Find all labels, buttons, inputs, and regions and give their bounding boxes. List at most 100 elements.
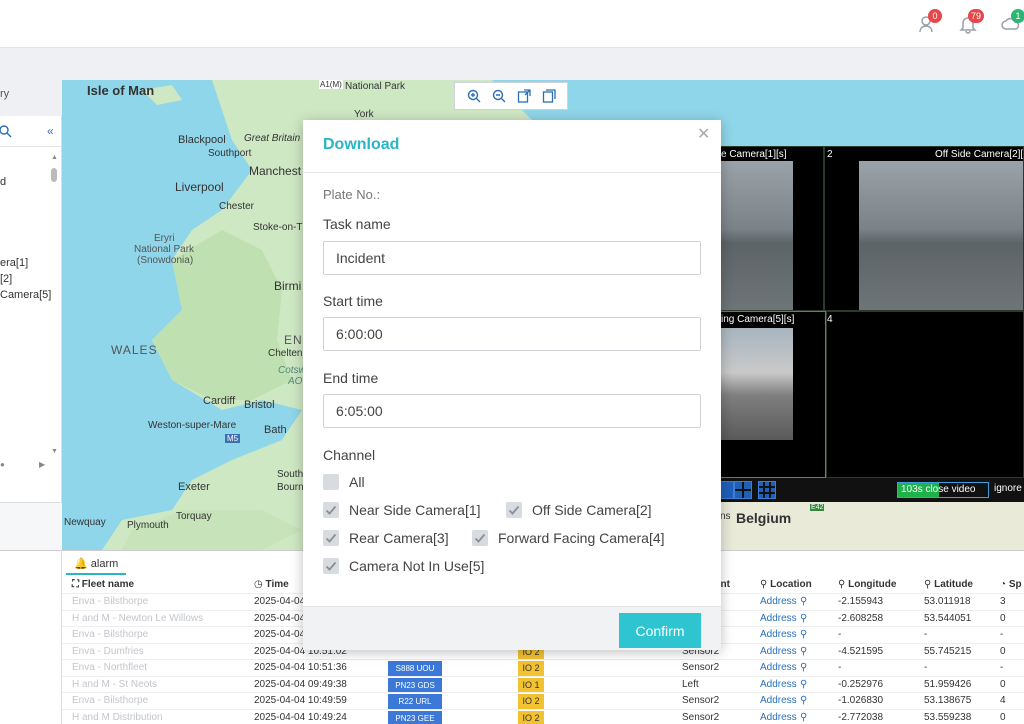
checkbox[interactable] — [472, 530, 488, 546]
io-tag: IO 2 — [518, 694, 544, 709]
tree-item[interactable]: [2] — [0, 273, 12, 285]
table-cell: 2025-04-04 — [254, 612, 306, 624]
table-cell[interactable]: Address — [760, 712, 797, 723]
map-pin-icon[interactable]: ⚲ — [800, 679, 807, 690]
task-name-label: Task name — [323, 216, 391, 232]
checkbox[interactable] — [323, 474, 339, 490]
map-pin-icon[interactable]: ⚲ — [800, 613, 807, 624]
tree-item[interactable]: d — [0, 176, 6, 188]
scroll-up-icon[interactable]: ▲ — [51, 154, 58, 161]
table-cell[interactable]: Address — [760, 646, 797, 657]
video-frame — [721, 328, 793, 440]
table-cell: 53.138675 — [924, 695, 972, 706]
table-cell[interactable]: Address — [760, 662, 797, 673]
map-pin-icon[interactable]: ⚲ — [800, 662, 807, 673]
map-pin-icon[interactable]: ⚲ — [800, 596, 807, 607]
column-header-fleet[interactable]: ⛶ Fleet name — [72, 579, 134, 590]
export-icon[interactable] — [515, 87, 533, 105]
table-cell: Left — [682, 678, 699, 690]
map-pin-icon[interactable]: ⚲ — [800, 646, 807, 657]
channel-checkbox-forward[interactable]: Forward Facing Camera[4] — [472, 530, 665, 546]
table-cell: H and M Distribution — [72, 711, 163, 723]
channel-checkbox-rear[interactable]: Rear Camera[3] — [323, 530, 449, 546]
scroll-down-icon[interactable]: ▼ — [51, 448, 58, 455]
bell-icon[interactable]: 79 — [958, 9, 985, 34]
search-icon[interactable] — [0, 124, 12, 138]
checkbox[interactable] — [323, 530, 339, 546]
sitemap-icon: ⛶ — [72, 579, 82, 590]
table-cell: Enva - Dumfries — [72, 645, 144, 657]
table-cell[interactable]: Address — [760, 613, 797, 624]
table-cell: 3 — [1000, 596, 1006, 607]
map-label: Cardiff — [203, 395, 236, 407]
table-row[interactable]: Enva - Northfleet 2025-04-04 10:51:36 S888… — [62, 659, 1024, 676]
video-cell-4[interactable]: 4 — [826, 311, 1024, 478]
map-label: Birmi — [274, 279, 302, 293]
table-row[interactable]: Enva - Bilsthorpe 2025-04-04 10:49:59 R22 … — [62, 692, 1024, 709]
vertical-scrollbar[interactable] — [51, 168, 57, 182]
end-time-input[interactable] — [323, 394, 701, 428]
start-time-input[interactable] — [323, 317, 701, 351]
task-name-input[interactable] — [323, 241, 701, 275]
table-cell[interactable]: Address — [760, 629, 797, 640]
map-label: Stoke-on-T — [253, 222, 303, 233]
column-header-longitude[interactable]: ⚲ Longitude — [838, 579, 896, 590]
close-video-countdown[interactable]: 103s close video — [897, 482, 989, 498]
tree-item[interactable]: Camera[5] — [0, 289, 51, 301]
map-pin-icon[interactable]: ⚲ — [800, 712, 807, 723]
zoom-in-icon[interactable] — [465, 87, 483, 105]
tree-item[interactable]: ry — [0, 88, 9, 100]
table-cell: Enva - Bilsthorpe — [72, 629, 149, 640]
tab-alarm[interactable]: 🔔 alarm — [66, 553, 127, 575]
table-cell: -0.252976 — [838, 678, 884, 690]
checkbox[interactable] — [323, 558, 339, 574]
column-header-speed[interactable]: ◔ Sp — [1000, 579, 1022, 590]
column-header-latitude[interactable]: ⚲ Latitude — [924, 579, 973, 590]
panel-divider — [0, 146, 62, 147]
table-cell: 4 — [1000, 695, 1006, 706]
table-cell: 51.959426 — [924, 678, 972, 690]
cloud-icon[interactable]: 1 — [1001, 9, 1024, 34]
checkbox[interactable] — [323, 502, 339, 518]
table-row[interactable]: H and M - St Neots 2025-04-04 09:49:38 PN2… — [62, 675, 1024, 693]
video-title: e Camera[1][s] — [721, 149, 787, 160]
map-pin-icon[interactable]: ⚲ — [800, 629, 807, 640]
map-pin-icon[interactable]: ⚲ — [800, 695, 807, 706]
video-cell-1[interactable]: e Camera[1][s] — [720, 146, 824, 311]
scroll-left-icon[interactable]: ● — [0, 460, 5, 469]
map-road-label: M5 — [225, 434, 241, 443]
table-cell: - — [924, 629, 928, 640]
column-header-location[interactable]: ⚲ Location — [760, 579, 812, 590]
table-cell[interactable]: Address — [760, 695, 797, 706]
collapse-icon[interactable]: « — [47, 124, 54, 138]
layout-nine-icon[interactable] — [758, 481, 776, 499]
channel-checkbox-off-side[interactable]: Off Side Camera[2] — [506, 502, 652, 518]
start-time-label: Start time — [323, 293, 383, 309]
video-frame — [859, 161, 1023, 310]
io-tag: IO 1 — [518, 677, 544, 693]
video-toolbar: 103s close video ignore — [716, 478, 1024, 502]
channel-checkbox-near-side[interactable]: Near Side Camera[1] — [323, 502, 481, 518]
close-video-label: 103s close video — [901, 484, 976, 495]
table-row[interactable]: H and M Distribution 2025-04-04 10:49:24 P… — [62, 708, 1024, 724]
checkbox[interactable] — [506, 502, 522, 518]
close-icon[interactable]: ✕ — [697, 124, 710, 144]
ignore-button[interactable]: ignore — [994, 483, 1022, 494]
channel-checkbox-not-in-use[interactable]: Camera Not In Use[5] — [323, 558, 484, 574]
user-alert-icon[interactable]: 0 — [918, 9, 942, 34]
table-cell[interactable]: Address — [760, 596, 797, 607]
video-cell-3[interactable]: ing Camera[5][s] — [720, 311, 826, 478]
copy-icon[interactable] — [540, 87, 558, 105]
zoom-out-icon[interactable] — [490, 87, 508, 105]
map-label: Belgium — [736, 510, 792, 526]
layout-quad-icon[interactable] — [734, 481, 752, 499]
map-road-label: A1(M) — [319, 80, 343, 89]
scroll-right-icon[interactable]: ▶ — [39, 460, 45, 469]
confirm-button[interactable]: Confirm — [619, 613, 701, 648]
tree-item[interactable]: era[1] — [0, 257, 28, 269]
column-header-time[interactable]: ◷ Time — [254, 579, 289, 590]
table-cell[interactable]: Address — [760, 679, 797, 690]
video-cell-2[interactable]: 2 Off Side Camera[2][s — [824, 146, 1024, 311]
channel-checkbox-all[interactable]: All — [323, 474, 365, 490]
map-label: Chelten — [268, 348, 303, 359]
